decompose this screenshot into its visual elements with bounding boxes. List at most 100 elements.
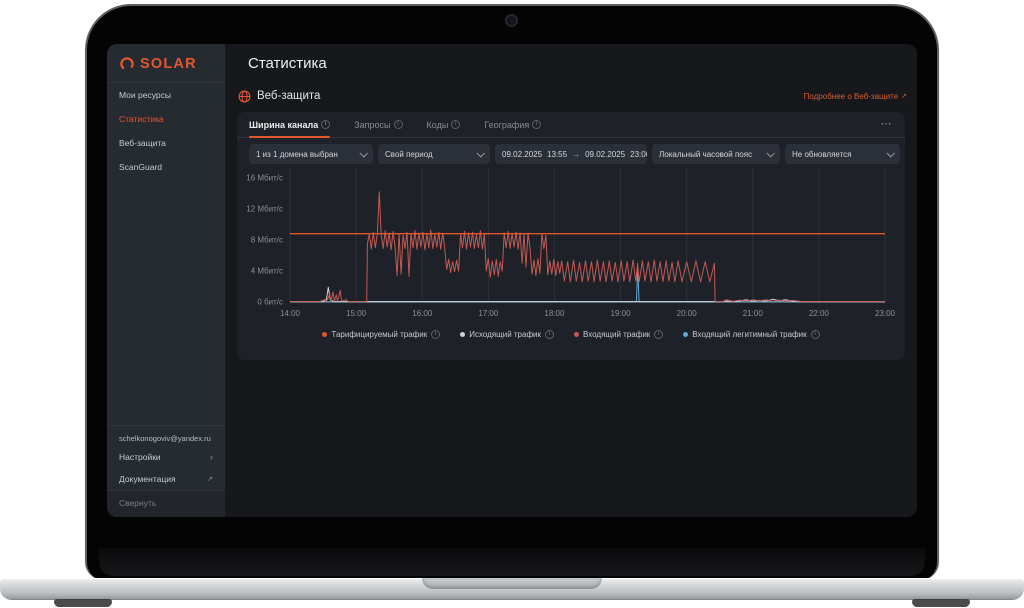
lid-bottom-sheen	[99, 548, 925, 576]
x-tick-label: 23:00	[875, 309, 896, 318]
legend-dot	[574, 332, 579, 337]
chart-canvas: 14:0015:0016:0017:0018:0019:0020:0021:00…	[237, 166, 905, 322]
filter-value: Не обновляется	[792, 150, 852, 159]
sidebar-item-my-resources[interactable]: Мои ресурсы	[107, 83, 225, 107]
sidebar-item-documentation[interactable]: Документация ↗	[107, 468, 225, 490]
chevron-down-icon	[886, 149, 894, 157]
filter-bar: 1 из 1 домена выбранСвой период09.02.202…	[249, 144, 900, 164]
laptop-foot-left	[54, 599, 112, 607]
x-tick-label: 18:00	[544, 309, 565, 318]
info-icon[interactable]: i	[431, 330, 440, 339]
y-tick-label: 0 бит/с	[257, 298, 283, 307]
laptop-camera	[505, 14, 518, 27]
timezone-filter[interactable]: Локальный часовой пояс	[652, 144, 780, 164]
legend-item[interactable]: Тарифицируемый трафик i	[322, 330, 440, 339]
section-header: Веб-защита Подробнее о Веб-защите ↗	[238, 88, 907, 104]
legend-item[interactable]: Исходящий трафик i	[460, 330, 554, 339]
camera-dot-icon	[510, 19, 514, 23]
date-range-filter[interactable]: 09.02.202513:55→09.02.202523:06	[495, 144, 647, 164]
laptop-base	[0, 578, 1024, 599]
x-tick-label: 14:00	[280, 309, 301, 318]
legend-label: Исходящий трафик	[469, 330, 541, 339]
info-icon[interactable]: i	[532, 120, 541, 129]
sidebar: SOLAR Мои ресурсыСтатистикаВеб-защитаSca…	[107, 44, 225, 517]
user-email: schelkonogoviv@yandex.ru	[107, 426, 225, 446]
series-outgoing	[290, 287, 885, 301]
x-tick-label: 16:00	[412, 309, 433, 318]
laptop-base-notch	[422, 578, 602, 589]
x-tick-label: 19:00	[611, 309, 632, 318]
info-icon[interactable]: i	[394, 120, 403, 129]
laptop-foot-right	[912, 599, 970, 607]
sidebar-item-web-protection[interactable]: Веб-защита	[107, 131, 225, 155]
legend-item[interactable]: Входящий легитимный трафик i	[683, 330, 819, 339]
legend-item[interactable]: Входящий трафик i	[574, 330, 663, 339]
arrow-right-icon: →	[572, 150, 580, 159]
x-tick-label: 21:00	[743, 309, 764, 318]
domain-filter[interactable]: 1 из 1 домена выбран	[249, 144, 373, 164]
filter-value: Свой период	[385, 150, 433, 159]
tab-label: Коды	[427, 120, 449, 130]
y-tick-label: 8 Мбит/с	[251, 235, 283, 244]
tabs-row: Ширина каналаiЗапросыiКодыiГеографияi ⋯	[237, 112, 905, 138]
legend-dot	[460, 332, 465, 337]
statistics-card: Ширина каналаiЗапросыiКодыiГеографияi ⋯ …	[237, 112, 905, 360]
tab-requests[interactable]: Запросы i	[354, 112, 402, 137]
solar-logo-icon	[119, 56, 135, 72]
app-window: SOLAR Мои ресурсыСтатистикаВеб-защитаSca…	[107, 44, 917, 517]
tab-codes[interactable]: Кодыi	[427, 112, 461, 137]
sidebar-collapse-button[interactable]: Свернуть	[107, 491, 225, 517]
page-title: Статистика	[248, 55, 327, 72]
tab-bandwidth[interactable]: Ширина каналаi	[249, 112, 330, 137]
tab-label: Запросы	[354, 120, 390, 130]
legend-label: Тарифицируемый трафик	[331, 330, 427, 339]
y-tick-label: 12 Мбит/с	[246, 204, 283, 213]
tab-geography[interactable]: Географияi	[484, 112, 541, 137]
series-incoming	[290, 192, 885, 302]
time-from: 13:55	[547, 150, 567, 159]
logo-text: SOLAR	[140, 56, 197, 72]
external-link-icon: ↗	[901, 93, 907, 100]
settings-label: Настройки	[119, 452, 161, 462]
legend-dot	[322, 332, 327, 337]
y-tick-label: 4 Мбит/с	[251, 266, 283, 275]
legend-dot	[683, 332, 688, 337]
tabs: Ширина каналаiЗапросыiКодыiГеографияi	[249, 112, 541, 137]
info-icon[interactable]: i	[321, 120, 330, 129]
collapse-label: Свернуть	[119, 498, 156, 508]
external-link-icon: ↗	[207, 476, 213, 483]
x-tick-label: 15:00	[346, 309, 367, 318]
web-protection-icon	[238, 90, 251, 103]
section-title: Веб-защита	[257, 90, 320, 102]
sidebar-item-scanguard[interactable]: ScanGuard	[107, 155, 225, 179]
sidebar-item-statistics[interactable]: Статистика	[107, 107, 225, 131]
info-icon[interactable]: i	[811, 330, 820, 339]
info-icon[interactable]: i	[545, 330, 554, 339]
sidebar-item-settings[interactable]: Настройки ›	[107, 446, 225, 468]
time-to: 23:06	[630, 150, 647, 159]
details-link-label: Подробнее о Веб-защите	[804, 92, 899, 101]
tab-label: География	[484, 120, 529, 130]
x-tick-label: 22:00	[809, 309, 830, 318]
legend-label: Входящий легитимный трафик	[692, 330, 806, 339]
laptop-lid: SOLAR Мои ресурсыСтатистикаВеб-защитаSca…	[85, 4, 939, 580]
web-protection-details-link[interactable]: Подробнее о Веб-защите ↗	[804, 92, 907, 101]
chevron-right-icon: ›	[210, 453, 213, 462]
info-icon[interactable]: i	[654, 330, 663, 339]
documentation-label: Документация	[119, 474, 176, 484]
info-icon[interactable]: i	[451, 120, 460, 129]
solar-logo[interactable]: SOLAR	[107, 44, 225, 82]
ellipsis-icon: ⋯	[881, 118, 894, 130]
chart-legend: Тарифицируемый трафикiИсходящий трафикiВ…	[237, 330, 905, 339]
period-filter[interactable]: Свой период	[378, 144, 490, 164]
x-tick-label: 20:00	[677, 309, 698, 318]
filter-value: 1 из 1 домена выбран	[256, 150, 338, 159]
sidebar-menu: Мои ресурсыСтатистикаВеб-защитаScanGuard	[107, 83, 225, 179]
chevron-down-icon	[359, 149, 367, 157]
refresh-filter[interactable]: Не обновляется	[785, 144, 900, 164]
tab-label: Ширина канала	[249, 120, 318, 130]
more-options-button[interactable]: ⋯	[881, 119, 894, 130]
y-tick-label: 16 Мбит/с	[246, 173, 283, 182]
chevron-down-icon	[766, 149, 774, 157]
legend-label: Входящий трафик	[583, 330, 650, 339]
